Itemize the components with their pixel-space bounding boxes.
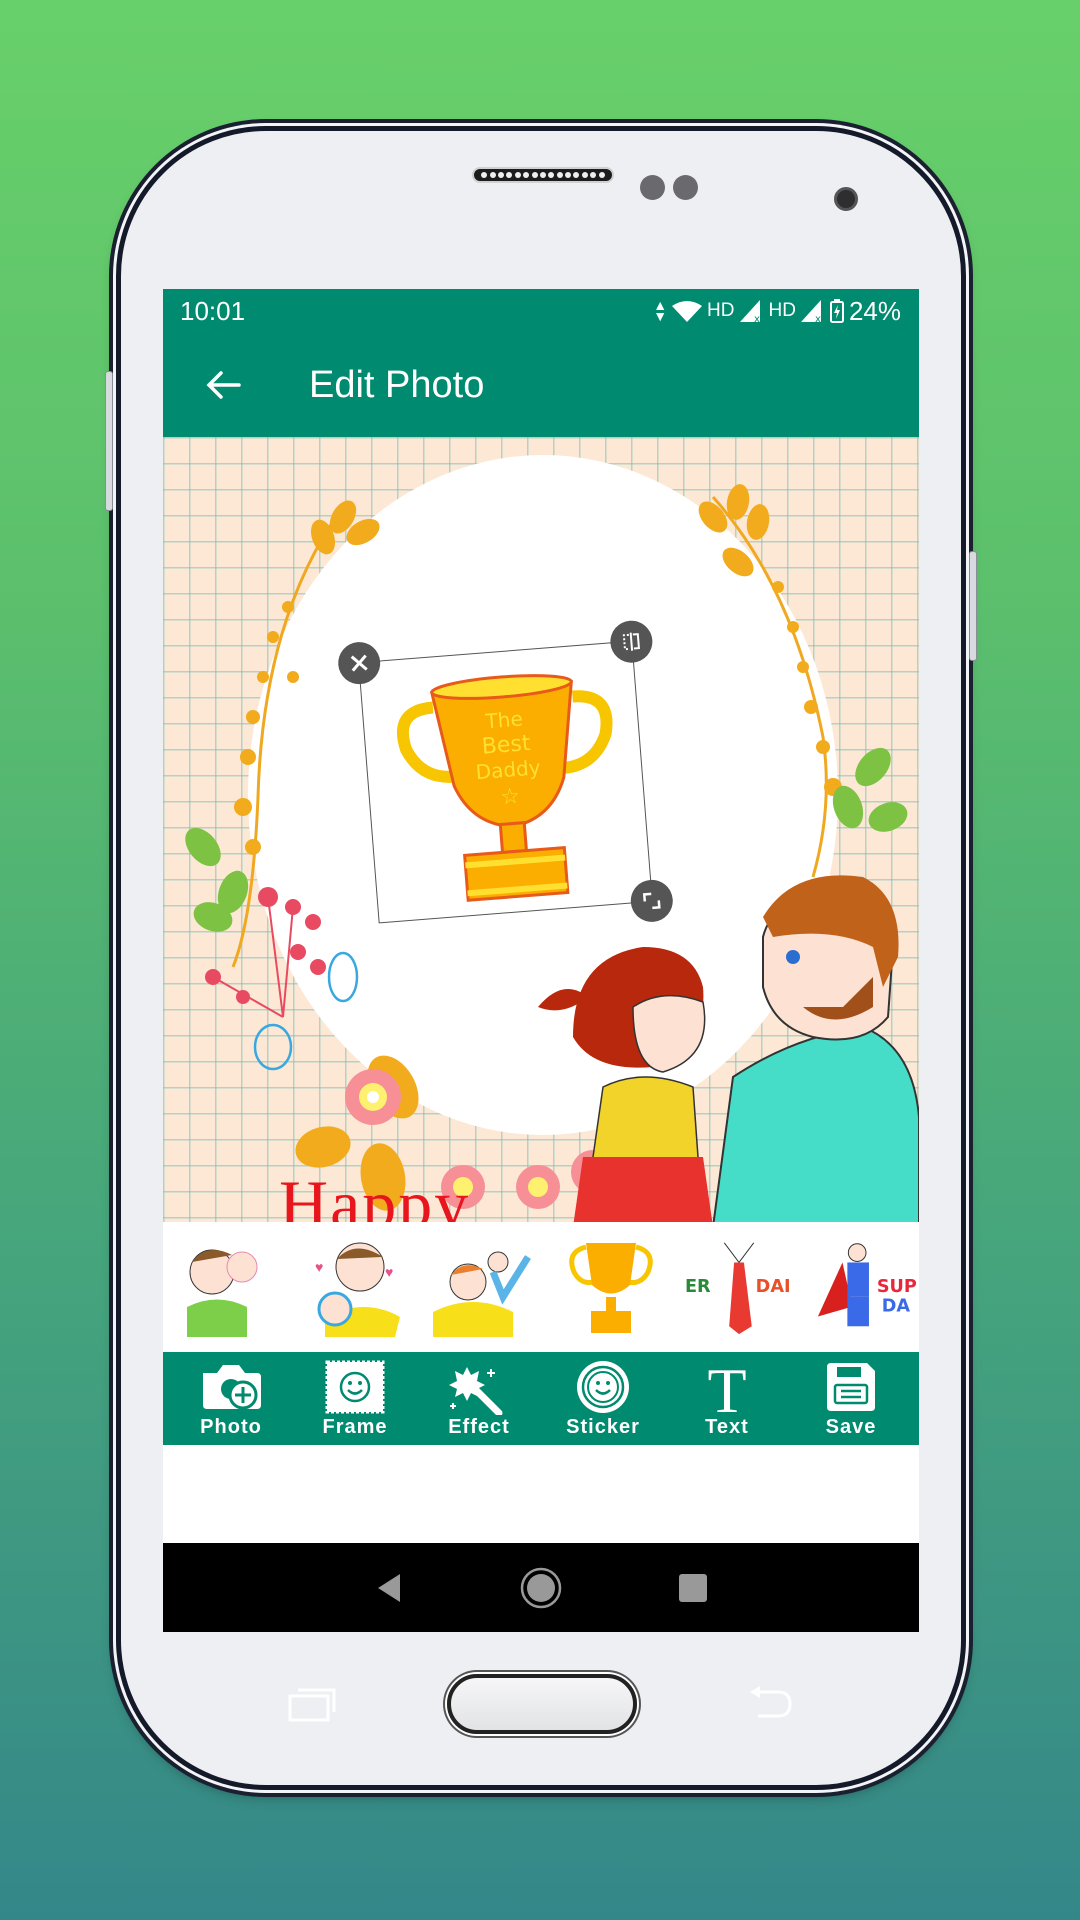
hd-label-1: HD	[707, 300, 735, 321]
status-bar: 10:01 ▲ ▼ HD x HD x 24%	[163, 289, 919, 333]
super-dad-tie-sticker: ER DAI	[685, 1242, 791, 1335]
svg-text:ER: ER	[685, 1277, 711, 1297]
sticker-tool-label: Sticker	[566, 1416, 640, 1438]
happy-heading: Happy	[279, 1166, 471, 1222]
sticker-tool-button[interactable]: Sticker	[548, 1358, 658, 1439]
bottom-toolbar: Photo Frame Effect Sticker T Text Save	[163, 1352, 919, 1445]
light-sensor	[673, 175, 698, 200]
save-tool-label: Save	[825, 1416, 877, 1438]
trophy-sticker: The Best Daddy ☆	[396, 674, 613, 902]
dad-kissing-baby-sticker	[187, 1249, 258, 1337]
nav-back-button[interactable]	[359, 1558, 419, 1618]
camera-add-icon	[203, 1365, 261, 1410]
resize-icon	[642, 892, 661, 910]
proximity-sensor	[640, 175, 665, 200]
frame-smiley-icon	[325, 1360, 385, 1414]
photo-canvas[interactable]: Happy The Best Daddy ☆	[163, 437, 919, 1222]
app-toolbar: Edit Photo	[163, 333, 919, 437]
svg-text:x: x	[815, 314, 821, 322]
back-button[interactable]	[183, 345, 263, 425]
triangle-back-icon	[378, 1573, 400, 1602]
signal-icon-2: x	[800, 300, 821, 322]
photo-tool-button[interactable]: Photo	[176, 1358, 286, 1439]
sticker-item[interactable]: SUP DA	[813, 1237, 919, 1337]
signal-icon-1: x	[739, 300, 760, 322]
svg-text:T: T	[707, 1358, 746, 1416]
magic-wand-icon	[449, 1367, 503, 1415]
status-icons: ▲ ▼ HD x HD x 24%	[653, 296, 901, 327]
leaf-garland-right	[698, 484, 908, 878]
hardware-back-key[interactable]	[748, 1684, 796, 1725]
power-button	[969, 551, 977, 661]
flip-icon	[622, 632, 640, 651]
best-daddy-trophy-sticker	[569, 1243, 653, 1333]
status-time: 10:01	[180, 295, 246, 326]
sticker-item[interactable]: ♥ ♥	[301, 1237, 409, 1337]
svg-text:♥: ♥	[315, 1259, 323, 1275]
front-camera	[834, 187, 858, 211]
data-transfer-icon: ▲ ▼	[653, 296, 668, 324]
close-icon	[350, 654, 368, 672]
svg-text:♥: ♥	[385, 1264, 393, 1280]
hardware-recents-key[interactable]	[288, 1686, 338, 1727]
svg-text:x: x	[754, 314, 760, 322]
sticker-strip: ♥ ♥ ER DAI SUP DA	[163, 1222, 919, 1352]
selected-sticker-box[interactable]: The Best Daddy ☆	[336, 619, 675, 924]
sticker-item[interactable]	[173, 1237, 281, 1337]
father-daughter-illustration	[538, 875, 919, 1222]
svg-text:DAI: DAI	[756, 1277, 791, 1297]
earpiece-speaker	[472, 167, 614, 183]
arrow-left-icon	[206, 371, 241, 399]
hardware-home-key[interactable]	[447, 1674, 637, 1734]
sticker-item[interactable]	[557, 1237, 665, 1337]
effect-tool-button[interactable]: Effect	[424, 1358, 534, 1439]
volume-button	[105, 371, 113, 511]
sticker-item[interactable]	[429, 1237, 537, 1337]
nav-recents-button[interactable]	[663, 1558, 723, 1618]
text-tool-label: Text	[705, 1416, 749, 1438]
svg-text:SUP: SUP	[877, 1277, 917, 1297]
back-key-icon	[750, 1686, 792, 1718]
svg-text:DA: DA	[882, 1297, 911, 1317]
dad-carrying-son-sticker	[433, 1251, 531, 1337]
text-tool-button[interactable]: T Text	[672, 1358, 782, 1439]
frame-tool-label: Frame	[322, 1416, 388, 1438]
empty-area	[163, 1445, 919, 1543]
hd-label-2: HD	[768, 300, 796, 321]
dad-holding-newborn-sticker: ♥ ♥	[315, 1242, 400, 1337]
page-title: Edit Photo	[309, 363, 485, 406]
text-t-icon: T	[707, 1358, 746, 1416]
recents-key-icon	[288, 1688, 336, 1722]
svg-text:☆: ☆	[499, 784, 521, 810]
trophy-engraving-1: The	[484, 706, 524, 733]
super-dad-hero-sticker: SUPDA	[817, 1243, 917, 1327]
app-screen: 10:01 ▲ ▼ HD x HD x 24% Edit Photo Happy…	[163, 289, 919, 1632]
effect-tool-label: Effect	[448, 1416, 510, 1438]
battery-percent: 24%	[848, 295, 901, 326]
nav-home-button[interactable]	[511, 1558, 571, 1618]
sticker-badge-icon	[577, 1361, 629, 1413]
circle-home-icon	[520, 1567, 562, 1608]
frame-tool-button[interactable]: Frame	[300, 1358, 410, 1439]
trophy-engraving-3: Daddy	[475, 755, 542, 784]
system-nav-bar	[163, 1543, 919, 1632]
save-tool-button[interactable]: Save	[796, 1358, 906, 1439]
battery-charging-icon	[829, 299, 844, 323]
wifi-icon	[672, 301, 703, 322]
photo-tool-label: Photo	[200, 1416, 262, 1438]
sticker-item[interactable]: ER DAI	[685, 1237, 793, 1337]
square-recents-icon	[679, 1573, 707, 1602]
floppy-disk-icon	[827, 1363, 875, 1411]
